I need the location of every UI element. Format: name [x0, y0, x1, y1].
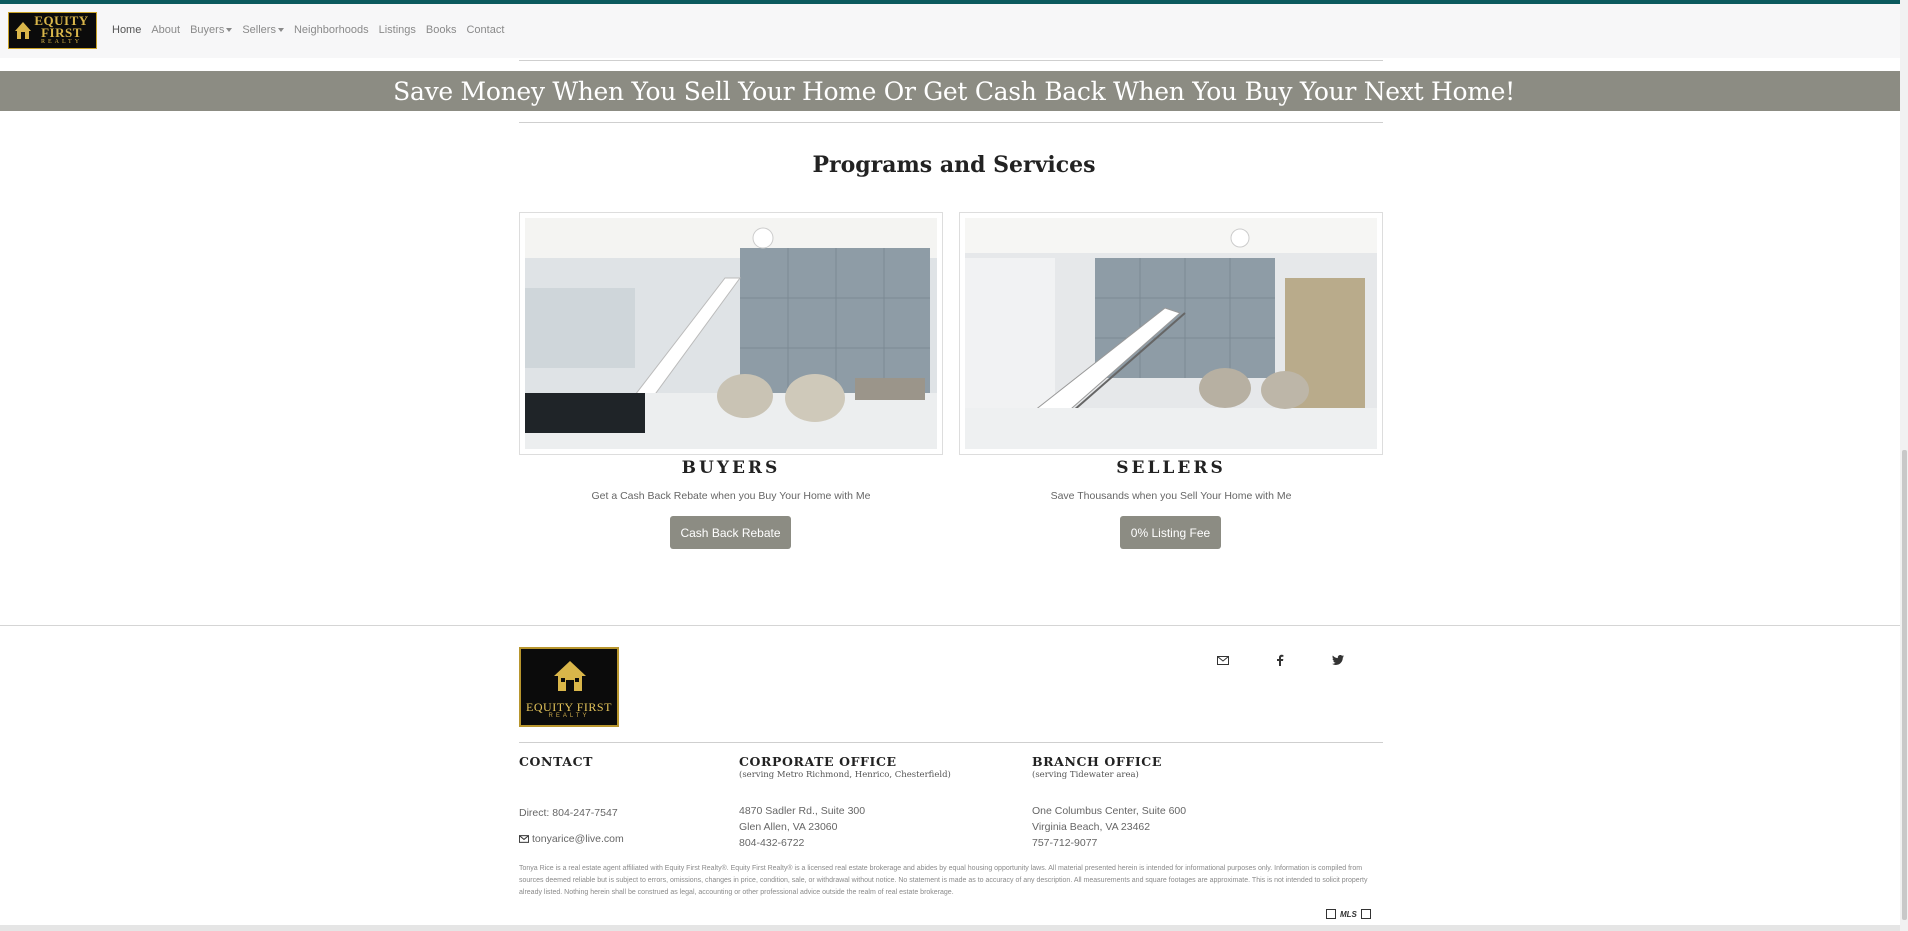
realtor-icon	[1360, 909, 1371, 919]
nav-buyers[interactable]: Buyers	[190, 24, 233, 36]
programs-title: Programs and Services	[812, 152, 1096, 178]
footer-logo-subtext: REALTY	[548, 713, 590, 719]
email-line: tonyarice@live.com	[519, 833, 624, 845]
equal-housing-icon	[1326, 909, 1336, 919]
corporate-phone-link[interactable]: 804-432-6722	[739, 837, 804, 849]
footer-logo[interactable]: EQUITY FIRST REALTY	[519, 647, 619, 727]
nav-listings[interactable]: Listings	[379, 24, 416, 36]
sellers-image	[959, 212, 1383, 455]
direct-phone-line: Direct: 804-247-7547	[519, 807, 618, 819]
brand-logo[interactable]: EQUITY FIRST REALTY	[8, 12, 97, 49]
cash-back-rebate-button[interactable]: Cash Back Rebate	[670, 516, 791, 549]
nav-buyers-label: Buyers	[190, 24, 225, 36]
brand-subtext: REALTY	[40, 39, 83, 45]
caret-down-icon	[277, 28, 284, 33]
nav-sellers[interactable]: Sellers	[242, 24, 284, 36]
nav-contact[interactable]: Contact	[466, 24, 504, 36]
nav-home[interactable]: Home	[112, 24, 141, 36]
brand-text: EQUITY FIRST	[34, 13, 89, 40]
nav-neighborhoods[interactable]: Neighborhoods	[294, 24, 369, 36]
vertical-scrollbar-thumb[interactable]	[1902, 450, 1907, 920]
email-address-link[interactable]: tonyarice@live.com	[532, 833, 624, 845]
mls-badge: MLS	[1326, 906, 1382, 922]
brand-name: EQUITY FIRST REALTY	[27, 13, 96, 46]
facebook-link[interactable]	[1272, 652, 1288, 668]
buyers-image	[519, 212, 943, 455]
horizontal-scrollbar[interactable]	[0, 925, 1908, 931]
nav-about[interactable]: About	[151, 24, 180, 36]
corporate-address-1: 4870 Sadler Rd., Suite 300	[739, 805, 866, 817]
caret-down-icon	[226, 28, 233, 33]
banner-headline: Save Money When You Sell Your Home Or Ge…	[393, 76, 1515, 106]
house-logo-icon	[554, 661, 586, 691]
footer-divider-2	[519, 742, 1383, 743]
divider-top	[519, 60, 1383, 61]
house-logo-icon	[15, 22, 31, 39]
main-nav: Home About Buyers Sellers Neighborhoods …	[112, 24, 504, 36]
corporate-office-heading: CORPORATE OFFICE	[739, 754, 897, 769]
divider-bottom	[519, 122, 1383, 123]
branch-office-sub: (serving Tidewater area)	[1032, 770, 1139, 780]
zero-listing-fee-button[interactable]: 0% Listing Fee	[1120, 516, 1221, 549]
buyers-interior-photo	[525, 218, 937, 449]
navbar: EQUITY FIRST REALTY Home About Buyers Se…	[0, 4, 1908, 58]
branch-address-2: Virginia Beach, VA 23462	[1032, 821, 1151, 833]
direct-label: Direct:	[519, 807, 550, 819]
buyers-subtitle: Get a Cash Back Rebate when you Buy Your…	[591, 490, 871, 502]
contact-heading: CONTACT	[519, 754, 594, 769]
sellers-title: SELLERS	[1116, 458, 1226, 478]
branch-phone-link[interactable]: 757-712-9077	[1032, 837, 1097, 849]
twitter-icon	[1332, 655, 1344, 665]
twitter-link[interactable]	[1330, 652, 1346, 668]
envelope-icon	[1217, 655, 1229, 665]
mls-label: MLS	[1340, 909, 1357, 919]
branch-office-heading: BRANCH OFFICE	[1032, 754, 1162, 769]
buyers-title: BUYERS	[681, 458, 781, 478]
nav-books[interactable]: Books	[426, 24, 457, 36]
promo-banner: Save Money When You Sell Your Home Or Ge…	[0, 71, 1908, 111]
branch-address-1: One Columbus Center, Suite 600	[1032, 805, 1187, 817]
envelope-icon	[519, 835, 529, 843]
sellers-subtitle: Save Thousands when you Sell Your Home w…	[1050, 490, 1292, 502]
corporate-address-2: Glen Allen, VA 23060	[739, 821, 838, 833]
footer-divider	[0, 625, 1908, 626]
nav-sellers-label: Sellers	[242, 24, 276, 36]
email-link[interactable]	[1215, 652, 1231, 668]
facebook-icon	[1277, 654, 1284, 666]
legal-disclaimer: Tonya Rice is a real estate agent affili…	[519, 865, 1368, 896]
corporate-office-sub: (serving Metro Richmond, Henrico, Cheste…	[739, 770, 951, 780]
sellers-interior-photo	[965, 218, 1377, 449]
direct-phone-link[interactable]: 804-247-7547	[552, 807, 617, 819]
